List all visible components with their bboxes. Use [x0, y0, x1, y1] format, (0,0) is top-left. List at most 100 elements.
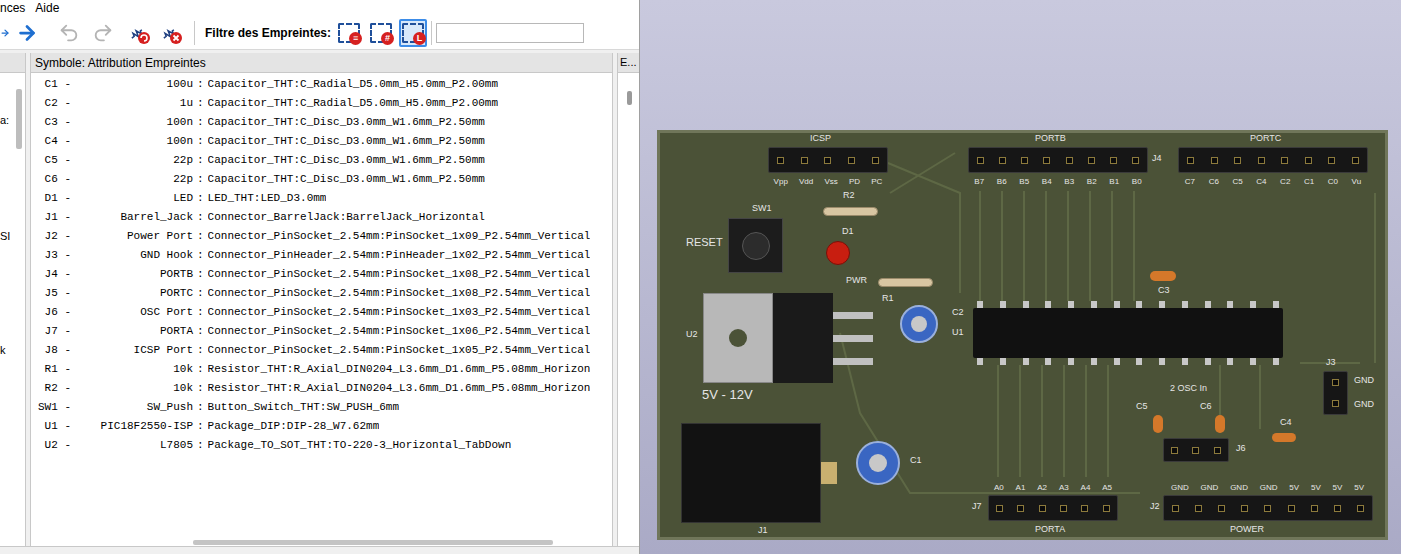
pin-label-row: B7B6B5B4B3B2B1B0: [968, 177, 1148, 187]
icsp-header: [768, 147, 888, 173]
assignment-row[interactable]: J1 -Barrel_Jack:Connector_BarrelJack:Bar…: [31, 208, 612, 227]
menu-bar: nces Aide: [0, 0, 639, 16]
pin-label: C5: [1232, 177, 1242, 187]
library-fragment: a:: [0, 113, 16, 127]
pin-label: GND: [1171, 483, 1189, 493]
auto-assign-icon[interactable]: [128, 21, 152, 45]
pin-label: A2: [1037, 483, 1047, 493]
assignment-row[interactable]: U2 -L7805:Package_TO_SOT_THT:TO-220-3_Ho…: [31, 436, 612, 455]
assignment-row[interactable]: J3 -GND Hook:Connector_PinHeader_2.54mm:…: [31, 246, 612, 265]
back-icon[interactable]: [0, 22, 10, 44]
filter-pins-button[interactable]: #: [367, 19, 395, 47]
pin-label-row: VppVddVssPDPC: [768, 177, 888, 187]
delete-assignment-icon[interactable]: [160, 21, 184, 45]
assignment-row[interactable]: J4 -PORTB:Connector_PinSocket_2.54mm:Pin…: [31, 265, 612, 284]
app: ncesAideFiltre des Empreintes:≡#La:SIkSy…: [0, 0, 1401, 554]
pin-label: Vu: [1352, 177, 1362, 187]
filter-keywords-button[interactable]: ≡: [335, 19, 363, 47]
assignment-row[interactable]: C3 -100n:Capacitor_THT:C_Disc_D3.0mm_W1.…: [31, 113, 612, 132]
silkscreen-label: J3: [1326, 357, 1336, 368]
pin-label: 5V: [1354, 483, 1364, 493]
pin-label: C4: [1256, 177, 1266, 187]
pin-label: GND: [1230, 483, 1248, 493]
scrollbar[interactable]: [16, 89, 22, 149]
footprints-panel: E...: [617, 53, 639, 546]
redo-icon[interactable]: [92, 22, 114, 44]
pin-label: A4: [1081, 483, 1091, 493]
pin-label: C7: [1185, 177, 1195, 187]
silkscreen-label: U2: [686, 329, 698, 340]
pin-label: 5V: [1289, 483, 1299, 493]
menu-item[interactable]: nces: [0, 2, 25, 14]
pin-label: B0: [1132, 177, 1142, 187]
pin-label: B6: [997, 177, 1007, 187]
scrollbar[interactable]: [627, 91, 632, 105]
assignment-row[interactable]: D1 -LED:LED_THT:LED_D3.0mm: [31, 189, 612, 208]
filter-library-button[interactable]: L: [399, 19, 427, 47]
pin-label: 5V: [1311, 483, 1321, 493]
silkscreen-label: J1: [758, 525, 768, 536]
undo-icon[interactable]: [58, 22, 80, 44]
assignment-row[interactable]: J2 -Power Port:Connector_PinSocket_2.54m…: [31, 227, 612, 246]
assignment-row[interactable]: C6 -22p:Capacitor_THT:C_Disc_D3.0mm_W1.6…: [31, 170, 612, 189]
pin-label: GND: [1201, 483, 1219, 493]
silkscreen-label: C4: [1280, 417, 1292, 428]
pin-label-row: GND GND GND GND 5V 5V 5V 5V: [1165, 483, 1370, 493]
assignment-row[interactable]: C2 -1u:Capacitor_THT:C_Radial_D5.0mm_H5.…: [31, 94, 612, 113]
pcb-board: ICSPPORTBPORTCJ4SW1RESETR2D1PWRR1C2U1U25…: [657, 130, 1388, 540]
filter-label: Filtre des Empreintes:: [205, 24, 331, 42]
capacitor-c6: [1215, 415, 1225, 433]
silkscreen-label: R2: [843, 190, 855, 201]
pin-label: GND: [1260, 483, 1278, 493]
pin-label: B7: [974, 177, 984, 187]
pin-label: 5V: [1333, 483, 1343, 493]
silkscreen-label: C3: [1158, 285, 1170, 296]
assignment-row[interactable]: J8 -ICSP Port:Connector_PinSocket_2.54mm…: [31, 341, 612, 360]
menu-item[interactable]: Aide: [35, 2, 59, 14]
assignment-row[interactable]: C5 -22p:Capacitor_THT:C_Disc_D3.0mm_W1.6…: [31, 151, 612, 170]
pin-label: B5: [1019, 177, 1029, 187]
footprint-filter-icon: L: [402, 23, 424, 43]
pin-label: B2: [1087, 177, 1097, 187]
portc-header: [1178, 147, 1368, 173]
pin-label: A3: [1059, 483, 1069, 493]
assignment-row[interactable]: J7 -PORTA:Connector_PinSocket_2.54mm:Pin…: [31, 322, 612, 341]
libraries-panel: a:SIk: [0, 53, 26, 546]
silkscreen-label: U1: [952, 327, 964, 338]
horizontal-scrollbar[interactable]: [31, 538, 612, 546]
pin-label: C6: [1209, 177, 1219, 187]
pin-label: B4: [1042, 177, 1052, 187]
silkscreen-label: J7: [972, 501, 982, 512]
silkscreen-label: ICSP: [810, 133, 831, 144]
assignment-row[interactable]: J6 -OSC Port:Connector_PinSocket_2.54mm:…: [31, 303, 612, 322]
regulator-u2: [703, 293, 873, 383]
assignment-row[interactable]: R2 -10k:Resistor_THT:R_Axial_DIN0204_L3.…: [31, 379, 612, 398]
silkscreen-label: C5: [1136, 401, 1148, 412]
silkscreen-label: PORTA: [1035, 524, 1065, 535]
silkscreen-label: C1: [910, 455, 922, 466]
pin-label: C1: [1304, 177, 1314, 187]
silkscreen-label: J4: [1152, 153, 1162, 164]
led-d1: [826, 241, 850, 265]
osc-header: [1163, 438, 1229, 462]
silkscreen-label: C2: [952, 307, 964, 318]
assignment-list: C1 -100u:Capacitor_THT:C_Radial_D5.0mm_H…: [31, 73, 612, 538]
assignment-row[interactable]: C1 -100u:Capacitor_THT:C_Radial_D5.0mm_H…: [31, 75, 612, 94]
assignment-row[interactable]: U1 -PIC18F2550-ISP:Package_DIP:DIP-28_W7…: [31, 417, 612, 436]
filter-input[interactable]: [436, 23, 584, 43]
silkscreen-label: 5V - 12V: [702, 389, 753, 400]
assignment-row[interactable]: SW1 -SW_Push:Button_Switch_THT:SW_PUSH_6…: [31, 398, 612, 417]
3d-viewer[interactable]: ICSPPORTBPORTCJ4SW1RESETR2D1PWRR1C2U1U25…: [640, 0, 1401, 554]
assignment-row[interactable]: C4 -100n:Capacitor_THT:C_Disc_D3.0mm_W1.…: [31, 132, 612, 151]
pin-label: A1: [1016, 483, 1026, 493]
silkscreen-label: D1: [842, 226, 854, 237]
pin-label-row: C7C6C5C4C2C1C0Vu: [1178, 177, 1368, 187]
silkscreen-label: SW1: [752, 203, 772, 214]
pin-label: Vpp: [774, 177, 788, 187]
forward-icon[interactable]: [16, 22, 38, 44]
pin-label: Vss: [824, 177, 837, 187]
silkscreen-label: PWR: [846, 275, 867, 286]
assignment-row[interactable]: J5 -PORTC:Connector_PinSocket_2.54mm:Pin…: [31, 284, 612, 303]
silkscreen-label: GND: [1354, 399, 1374, 410]
assignment-row[interactable]: R1 -10k:Resistor_THT:R_Axial_DIN0204_L3.…: [31, 360, 612, 379]
